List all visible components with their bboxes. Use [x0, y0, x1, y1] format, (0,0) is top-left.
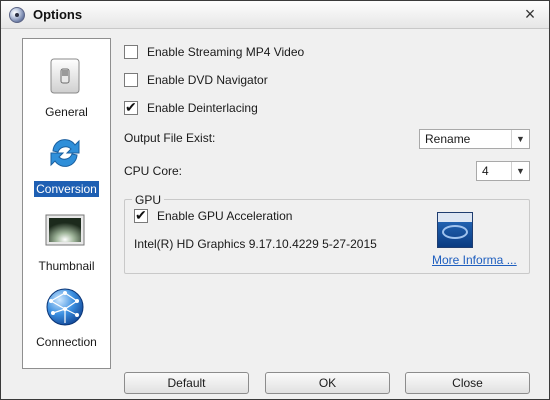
gpu-acceleration-checkbox[interactable] — [134, 207, 148, 224]
sidebar-item-general[interactable]: General — [23, 49, 110, 121]
sidebar-item-thumbnail[interactable]: Thumbnail — [23, 205, 110, 277]
output-file-value: Rename — [425, 132, 471, 146]
dvd-navigator-option[interactable]: Enable DVD Navigator — [124, 71, 268, 89]
deinterlacing-checkbox[interactable] — [124, 99, 138, 116]
close-icon[interactable]: × — [521, 5, 539, 23]
intel-logo-icon — [437, 212, 473, 248]
chevron-down-icon: ▼ — [511, 162, 529, 180]
switch-icon — [50, 58, 80, 94]
sidebar-item-label: Connection — [36, 335, 97, 349]
title-bar: Options × — [1, 1, 549, 29]
options-window: Options × General Conversion Thumbnail C… — [0, 0, 550, 400]
ok-button[interactable]: OK — [265, 372, 390, 394]
sidebar-item-label: Thumbnail — [38, 259, 95, 273]
refresh-arrows-icon — [50, 139, 80, 167]
sidebar-item-label: Conversion — [34, 181, 99, 197]
output-file-label: Output File Exist: — [124, 131, 216, 145]
gpu-acceleration-label: Enable GPU Acceleration — [157, 209, 293, 223]
cpu-core-value: 4 — [482, 164, 489, 178]
gpu-driver-info: Intel(R) HD Graphics 9.17.10.4229 5-27-2… — [134, 237, 377, 251]
monitor-icon — [45, 214, 85, 246]
deinterlacing-label: Enable Deinterlacing — [147, 101, 258, 115]
category-sidebar: General Conversion Thumbnail Connection — [22, 38, 111, 369]
sidebar-item-connection[interactable]: Connection — [23, 283, 110, 355]
window-title: Options — [33, 7, 83, 22]
streaming-mp4-checkbox[interactable] — [124, 45, 138, 59]
dvd-navigator-label: Enable DVD Navigator — [147, 73, 268, 87]
gpu-group-title: GPU — [132, 193, 165, 207]
default-button[interactable]: Default — [124, 372, 249, 394]
streaming-mp4-label: Enable Streaming MP4 Video — [147, 45, 305, 59]
globe-icon — [46, 288, 84, 326]
sidebar-item-label: General — [45, 105, 88, 119]
streaming-mp4-option[interactable]: Enable Streaming MP4 Video — [124, 43, 304, 61]
cpu-core-label: CPU Core: — [124, 164, 183, 178]
sidebar-item-conversion[interactable]: Conversion — [23, 127, 110, 199]
more-information-link[interactable]: More Informa ... — [432, 253, 517, 267]
close-button[interactable]: Close — [405, 372, 530, 394]
dvd-navigator-checkbox[interactable] — [124, 73, 138, 87]
disc-icon — [9, 7, 25, 23]
output-file-select[interactable]: Rename ▼ — [419, 129, 530, 149]
deinterlacing-option[interactable]: Enable Deinterlacing — [124, 99, 258, 117]
chevron-down-icon: ▼ — [511, 130, 529, 148]
cpu-core-select[interactable]: 4 ▼ — [476, 161, 530, 181]
gpu-acceleration-option[interactable]: Enable GPU Acceleration — [134, 207, 292, 225]
